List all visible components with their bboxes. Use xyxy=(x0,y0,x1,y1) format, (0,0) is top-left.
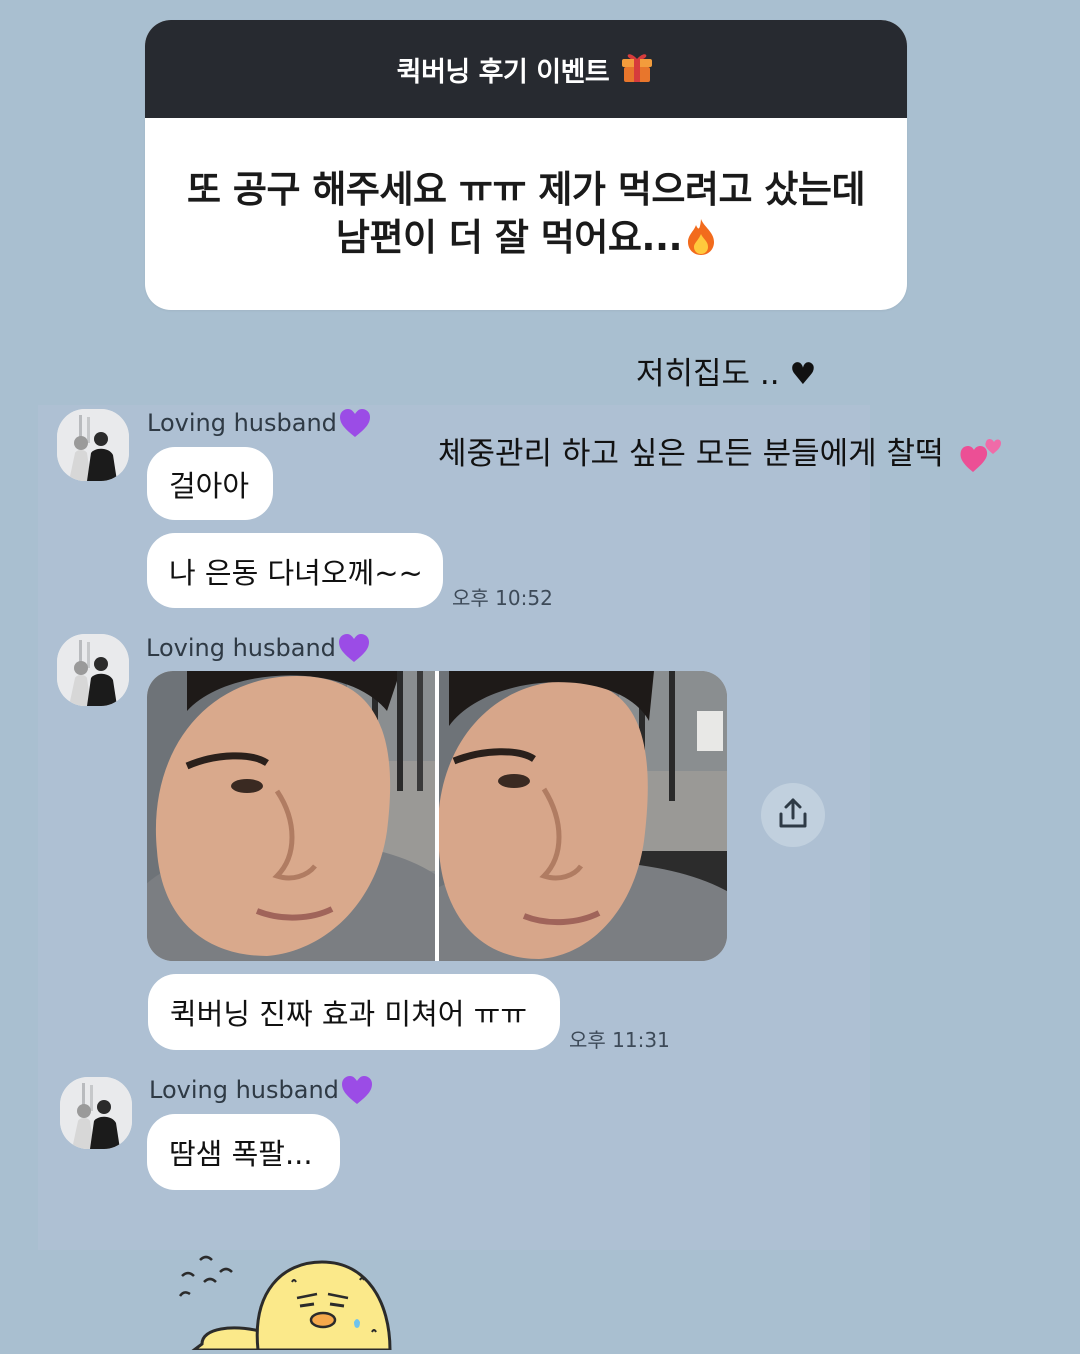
avatar[interactable] xyxy=(57,409,129,481)
avatar[interactable] xyxy=(57,634,129,706)
question-answer-area: 또 공구 해주세요 ㅠㅠ 제가 먹으려고 샀는데 남편이 더 잘 먹어요... xyxy=(145,118,907,310)
overlay-text-1-label: 저히집도 .. xyxy=(636,356,780,392)
message-text: 퀵버닝 진짜 효과 미쳐어 ㅠㅠ xyxy=(170,997,528,1031)
question-sticker: 퀵버닝 후기 이벤트 또 공구 해주세요 ㅠㅠ 제가 먹으려고 샀는데 남편이 … xyxy=(145,20,907,310)
sender-name: Loving husband xyxy=(146,633,370,663)
question-title: 퀵버닝 후기 이벤트 xyxy=(396,56,610,88)
selfie-photo-right[interactable] xyxy=(439,671,727,961)
purple-heart-icon xyxy=(338,633,370,663)
avatar[interactable] xyxy=(60,1077,132,1149)
sender-name: Loving husband xyxy=(147,408,371,438)
share-button[interactable] xyxy=(761,783,825,847)
overlay-text-1: 저히집도 .. ♥ xyxy=(636,348,816,393)
gift-icon xyxy=(619,48,655,91)
two-pink-hearts-icon xyxy=(959,434,1003,474)
message-bubble[interactable]: 퀵버닝 진짜 효과 미쳐어 ㅠㅠ xyxy=(148,974,560,1050)
purple-heart-icon xyxy=(341,1075,373,1105)
message-bubble[interactable]: 땀샘 폭팔... xyxy=(147,1114,340,1190)
message-time: 오후 10:52 xyxy=(452,586,553,610)
question-answer: 또 공구 해주세요 ㅠㅠ 제가 먹으려고 샀는데 남편이 더 잘 먹어요... xyxy=(186,166,866,262)
fire-icon xyxy=(686,218,716,256)
sender-name-label: Loving husband xyxy=(146,634,336,662)
message-bubble[interactable]: 나 은동 다녀오께~~ xyxy=(147,533,443,608)
sender-name: Loving husband xyxy=(149,1075,373,1105)
share-icon xyxy=(776,796,810,834)
overlay-text-2: 체중관리 하고 싶은 모든 분들에게 찰떡 xyxy=(438,428,1003,474)
sender-name-label: Loving husband xyxy=(149,1076,339,1104)
question-sticker-header: 퀵버닝 후기 이벤트 xyxy=(145,20,907,118)
purple-heart-icon xyxy=(339,408,371,438)
message-text: 땀샘 폭팔... xyxy=(169,1137,313,1171)
sender-name-label: Loving husband xyxy=(147,409,337,437)
sweating-chick-sticker xyxy=(172,1252,402,1352)
answer-line-2-text: 남편이 더 잘 먹어요... xyxy=(335,216,683,259)
message-text: 걸아아 xyxy=(169,468,250,503)
message-bubble[interactable]: 걸아아 xyxy=(147,447,273,520)
answer-line-2: 남편이 더 잘 먹어요... xyxy=(187,214,865,262)
answer-line-1: 또 공구 해주세요 ㅠㅠ 제가 먹으려고 샀는데 xyxy=(186,168,866,211)
selfie-photo-left[interactable] xyxy=(147,671,435,961)
black-heart-icon: ♥ xyxy=(789,357,817,392)
message-text: 나 은동 다녀오께~~ xyxy=(169,555,423,590)
selfie-photo-pair[interactable] xyxy=(147,671,727,961)
overlay-text-2-label: 체중관리 하고 싶은 모든 분들에게 찰떡 xyxy=(438,436,944,472)
message-time: 오후 11:31 xyxy=(569,1028,670,1052)
